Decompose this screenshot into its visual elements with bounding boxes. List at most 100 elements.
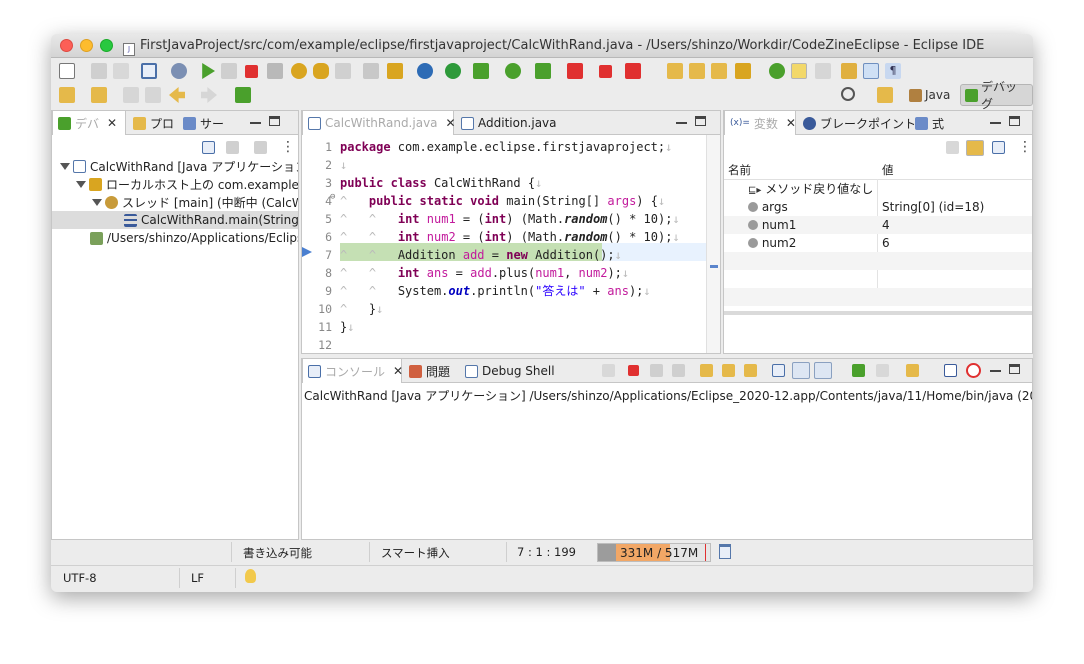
terminate-icon[interactable] — [245, 65, 258, 78]
view-menu-icon[interactable]: ⋮ — [1018, 140, 1032, 154]
minimize-icon[interactable] — [990, 370, 1001, 372]
open-type-icon[interactable] — [711, 63, 727, 79]
close-icon[interactable]: ✕ — [393, 364, 403, 378]
open-task-icon[interactable] — [735, 63, 751, 79]
new-package-icon[interactable] — [667, 63, 683, 79]
code-line[interactable]: ^ }↓ — [340, 300, 383, 318]
variable-row[interactable]: num1 — [748, 216, 796, 234]
console-output[interactable]: CalcWithRand [Java アプリケーション] /Users/shin… — [304, 387, 1032, 404]
variable-row[interactable]: num2 — [748, 234, 796, 252]
back-arrow-icon[interactable] — [169, 87, 185, 103]
tab-variables[interactable]: (x)= 変数 ✕ — [724, 111, 796, 135]
status-line-delimiter[interactable]: LF — [191, 571, 204, 585]
open-console-icon[interactable] — [906, 364, 919, 377]
expand-icon[interactable] — [92, 198, 102, 206]
search-marker-icon[interactable] — [769, 63, 785, 79]
tab-servers[interactable]: サー — [178, 111, 229, 135]
use-step-filters-icon[interactable] — [387, 63, 403, 79]
code-line[interactable]: ^ ^ Addition add = new Addition();↓ — [340, 246, 622, 264]
run-last-tool-icon[interactable] — [567, 63, 583, 79]
details-sash[interactable] — [724, 311, 1032, 315]
tab-debug-shell[interactable]: Debug Shell — [460, 359, 560, 383]
new-java-project-icon[interactable] — [625, 63, 641, 79]
show-logical-structure-icon[interactable] — [966, 140, 984, 156]
tree-item-launch[interactable]: CalcWithRand [Java アプリケーション] — [52, 157, 298, 175]
suspend-icon[interactable] — [221, 63, 237, 79]
expand-icon[interactable] — [76, 180, 86, 188]
remove-all-terminated-icon[interactable] — [672, 364, 685, 377]
coverage-icon[interactable] — [535, 63, 551, 79]
perspective-java-button[interactable]: Java — [905, 84, 954, 106]
code-line[interactable]: ^ public static void main(String[] args)… — [340, 192, 665, 210]
pin-editor-icon[interactable] — [235, 87, 251, 103]
code-editor[interactable]: ⊖ 1 package com.example.eclipse.firstjava… — [302, 135, 706, 353]
variable-row[interactable]: ⊑▸ メソッド戻り値なし — [748, 180, 873, 198]
search-icon[interactable] — [841, 87, 855, 101]
toggle-mark-icon[interactable] — [841, 63, 857, 79]
forward-disabled-icon[interactable] — [145, 87, 161, 103]
show-console-output-icon[interactable] — [744, 364, 757, 377]
forward-arrow-icon[interactable] — [201, 87, 217, 103]
code-line[interactable]: package com.example.eclipse.firstjavapro… — [340, 138, 672, 156]
resume-icon[interactable] — [202, 63, 215, 79]
tree-item-vm[interactable]: ローカルホスト上の com.example.ec — [52, 175, 298, 193]
close-icon[interactable]: ✕ — [446, 116, 456, 130]
remove-terminated-icon[interactable] — [226, 141, 239, 154]
ant-icon[interactable] — [966, 363, 981, 378]
maximize-icon[interactable] — [1009, 116, 1020, 126]
tab-console[interactable]: コンソール ✕ — [302, 359, 403, 383]
external-tools-icon[interactable] — [417, 63, 433, 79]
status-encoding[interactable]: UTF-8 — [63, 571, 97, 585]
close-window-button[interactable] — [60, 39, 73, 52]
new-icon[interactable] — [59, 63, 75, 79]
code-line[interactable]: ↓ — [340, 156, 347, 174]
minimize-icon[interactable] — [250, 122, 261, 124]
code-line[interactable]: ^ ^ System.out.println("答えは" + ans);↓ — [340, 282, 651, 300]
step-over-icon[interactable] — [313, 63, 329, 79]
minimize-icon[interactable] — [990, 122, 1001, 124]
code-line[interactable]: ^ ^ int num2 = (int) (Math.random() * 10… — [340, 228, 680, 246]
tab-progress[interactable]: プロ — [128, 111, 179, 135]
tab-problems[interactable]: 問題 — [404, 359, 455, 383]
open-perspective-icon[interactable] — [877, 87, 893, 103]
maximize-icon[interactable] — [269, 116, 280, 126]
debug-bug-icon[interactable] — [473, 63, 489, 79]
new-class-icon[interactable] — [689, 63, 705, 79]
tab-debug[interactable]: デバ ✕ — [52, 111, 126, 135]
zoom-window-button[interactable] — [100, 39, 113, 52]
display-selected-console-icon[interactable] — [852, 364, 865, 377]
tree-item-process[interactable]: /Users/shinzo/Applications/Eclipse — [52, 229, 298, 247]
disconnect-icon[interactable] — [267, 63, 283, 79]
code-line[interactable]: ^ ^ int num1 = (int) (Math.random() * 10… — [340, 210, 680, 228]
show-type-names-icon[interactable] — [946, 141, 959, 154]
scroll-lock-icon[interactable] — [722, 364, 735, 377]
show-on-stderr-icon[interactable] — [814, 362, 832, 379]
heap-status[interactable]: 331M / 517M — [597, 543, 711, 562]
terminate-icon[interactable] — [628, 365, 639, 376]
tab-addition-java[interactable]: Addition.java — [456, 111, 562, 135]
show-on-stdout-icon[interactable] — [792, 362, 810, 379]
tab-breakpoints[interactable]: ブレークポイント — [798, 111, 921, 135]
remove-launch-icon[interactable] — [650, 364, 663, 377]
column-header-value[interactable]: 値 — [882, 161, 894, 179]
code-line[interactable]: }↓ — [340, 318, 354, 336]
view-menu-icon[interactable]: ⋮ — [281, 140, 295, 154]
power-icon[interactable] — [445, 63, 461, 79]
highlight-icon[interactable] — [791, 63, 807, 79]
run-icon[interactable] — [505, 63, 521, 79]
show-whitespace-icon[interactable]: ¶ — [885, 63, 901, 79]
code-line[interactable]: public class CalcWithRand {↓ — [340, 174, 542, 192]
status-insert-mode[interactable]: スマート挿入 — [381, 545, 450, 561]
stop-icon[interactable] — [599, 65, 612, 78]
open-console-icon[interactable] — [141, 63, 157, 79]
collapse-all-icon[interactable] — [202, 141, 215, 154]
clear-console-icon[interactable] — [602, 364, 615, 377]
trash-icon[interactable] — [719, 544, 731, 559]
save-icon[interactable] — [91, 63, 107, 79]
minimize-icon[interactable] — [676, 122, 687, 124]
word-wrap-icon[interactable] — [700, 364, 713, 377]
tab-calcwithrand-java[interactable]: CalcWithRand.java ✕ — [302, 111, 456, 135]
perspective-debug-button[interactable]: デバッグ — [960, 80, 1033, 111]
expand-icon[interactable] — [60, 162, 70, 170]
debug-menu-icon[interactable] — [254, 141, 267, 154]
